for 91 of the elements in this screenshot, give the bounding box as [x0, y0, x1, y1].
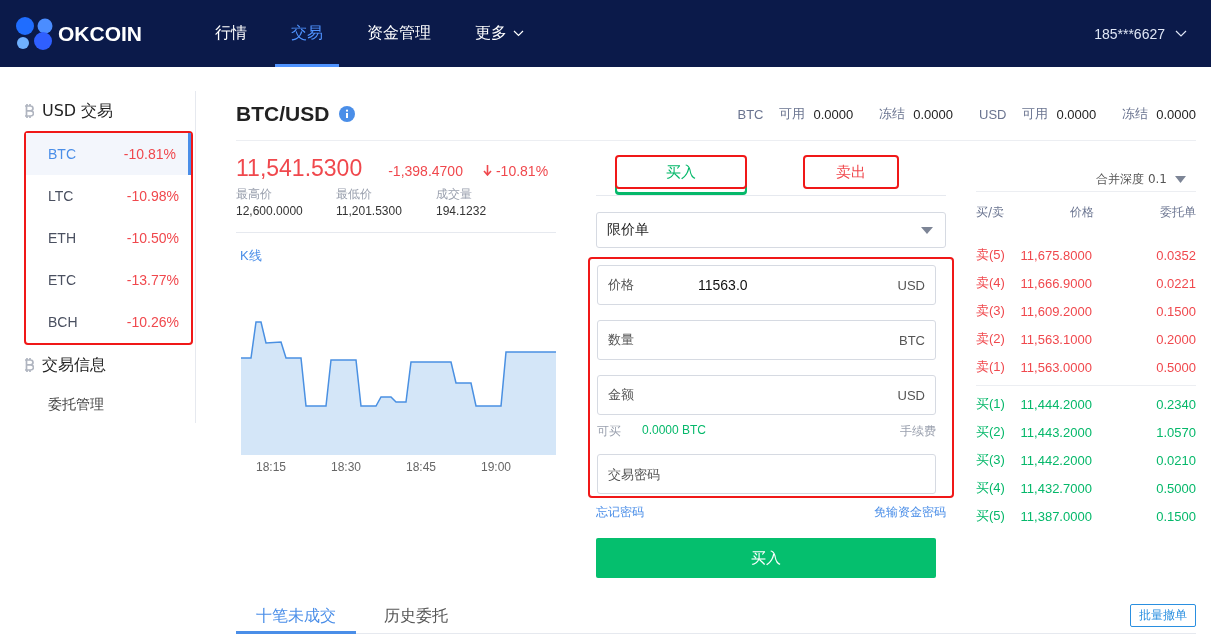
nav-tab[interactable]: 资金管理 [351, 0, 447, 67]
table-cell: 卖(2) [976, 330, 1005, 348]
table-cell-text: 11,675.8000 [1020, 247, 1093, 263]
balance-label: 冻结 [1122, 105, 1149, 123]
bitcoin-icon [24, 104, 34, 118]
market-item[interactable]: LTC -10.98% [26, 175, 191, 217]
table-cell: 0.2000 [1156, 331, 1196, 347]
axis-label: 18:15 [256, 460, 288, 474]
depth-dropdown[interactable]: 合并深度 0.1 [976, 155, 1196, 192]
table-cell: 买(1) [976, 395, 1005, 413]
balance-value: 0.0000 [1156, 106, 1196, 122]
table-cell: 0.1500 [1156, 508, 1196, 524]
forgot-password-link[interactable]: 忘记密码 [596, 504, 644, 521]
axis-label: 18:30 [331, 460, 363, 474]
available-amount: 0.0000 BTC [642, 423, 707, 439]
input-field[interactable]: 金额 USD [597, 375, 936, 415]
table-cell: 买(4) [976, 479, 1005, 497]
caret-down-icon [1175, 175, 1186, 183]
table-cell-text: 11,609.2000 [1020, 303, 1093, 319]
table-cell: 卖(3) [976, 302, 1005, 320]
stat-label: 最高价 [236, 186, 273, 203]
stat-label: 成交量 [436, 186, 473, 203]
table-cell-text: 11,563.1000 [1020, 331, 1093, 347]
bitcoin-icon [24, 358, 34, 372]
order-type-dropdown[interactable]: 限价单 [596, 212, 946, 248]
pair-title: BTC/USD [236, 102, 330, 126]
input-field[interactable]: 价格 11563.0 USD [597, 265, 936, 305]
table-cell: 1.0570 [1156, 424, 1196, 440]
available-label: 可买 [597, 423, 622, 440]
table-cell-text: 11,432.7000 [1020, 480, 1093, 496]
sidebar-heading: USD 交易 [42, 100, 114, 122]
table-cell: 0.5000 [1156, 359, 1196, 375]
table-cell: 卖(5) [976, 246, 1005, 264]
table-cell-text: 11,442.2000 [1020, 452, 1093, 468]
table-cell: 0.0352 [1156, 247, 1196, 263]
chart-tab[interactable]: K线 [240, 247, 556, 265]
stat-value: 12,600.0000 [236, 204, 304, 218]
column-header: 价格 [1070, 204, 1094, 221]
market-item[interactable]: BCH -10.26% [26, 301, 191, 343]
axis-label: 19:00 [481, 460, 513, 474]
market-item[interactable]: ETH -10.50% [26, 217, 191, 259]
balance-label: 可用 [1022, 105, 1049, 123]
percent-change: -10.81% [495, 162, 549, 179]
table-cell: 卖(1) [976, 358, 1005, 376]
table-cell: 买(3) [976, 451, 1005, 469]
balance-value: 0.0000 [1056, 106, 1097, 122]
price-change: -1,398.4700 [388, 163, 463, 179]
table-cell-text: 11,443.2000 [1020, 424, 1093, 440]
table-cell: 0.0221 [1156, 275, 1196, 291]
caret-down-icon [921, 226, 933, 234]
balance-label: 冻结 [879, 105, 906, 123]
market-item[interactable]: ETC -13.77% [26, 259, 191, 301]
currency-label: BTC [737, 106, 764, 122]
table-cell: 卖(4) [976, 274, 1005, 292]
batch-cancel-button[interactable]: 批量撤单 [1130, 604, 1196, 627]
sidebar-item[interactable]: 委托管理 [24, 385, 195, 425]
stat-label: 最低价 [336, 186, 373, 203]
axis-label: 18:45 [406, 460, 438, 474]
currency-label: USD [979, 106, 1007, 122]
logo-wordmark[interactable]: OKCOIN [58, 21, 142, 46]
stat-value: 194.1232 [436, 204, 488, 218]
table-cell: 0.2340 [1156, 396, 1196, 412]
table-cell: 买(2) [976, 423, 1005, 441]
info-icon[interactable] [339, 106, 356, 122]
nav-tab[interactable]: 行情 [199, 0, 263, 67]
orders-tab[interactable]: 历史委托 [356, 602, 476, 634]
trade-side-tab[interactable]: 卖出 [803, 155, 899, 189]
table-cell: 0.1500 [1156, 303, 1196, 319]
password-field[interactable]: 交易密码 [597, 454, 936, 494]
table-cell-text: 11,666.9000 [1020, 275, 1093, 291]
logo-dots-icon [16, 16, 54, 51]
table-cell-text: 11,387.0000 [1020, 508, 1093, 524]
table-cell: 0.0210 [1156, 452, 1196, 468]
user-account-menu[interactable]: 185***6627 [1094, 25, 1187, 42]
chevron-down-icon [1175, 30, 1187, 37]
table-cell: 买(5) [976, 507, 1005, 525]
table-cell-text: 11,444.2000 [1020, 396, 1093, 412]
balance-label: 可用 [779, 105, 806, 123]
last-price: 11,541.5300 [236, 155, 363, 182]
nav-tab[interactable]: 更多 [459, 0, 540, 67]
column-header: 委托单 [1160, 204, 1196, 221]
stat-value: 11,201.5300 [336, 204, 403, 218]
table-cell: 0.5000 [1156, 480, 1196, 496]
column-header: 买/卖 [976, 204, 1005, 221]
input-field[interactable]: 数量 BTC [597, 320, 936, 360]
sidebar-heading: 交易信息 [42, 354, 106, 376]
balance-value: 0.0000 [813, 106, 854, 122]
password-free-link[interactable]: 免输资金密码 [874, 504, 946, 521]
table-cell-text: 11,563.0000 [1020, 359, 1093, 375]
balance-value: 0.0000 [913, 106, 953, 122]
nav-tab[interactable]: 交易 [275, 0, 339, 67]
